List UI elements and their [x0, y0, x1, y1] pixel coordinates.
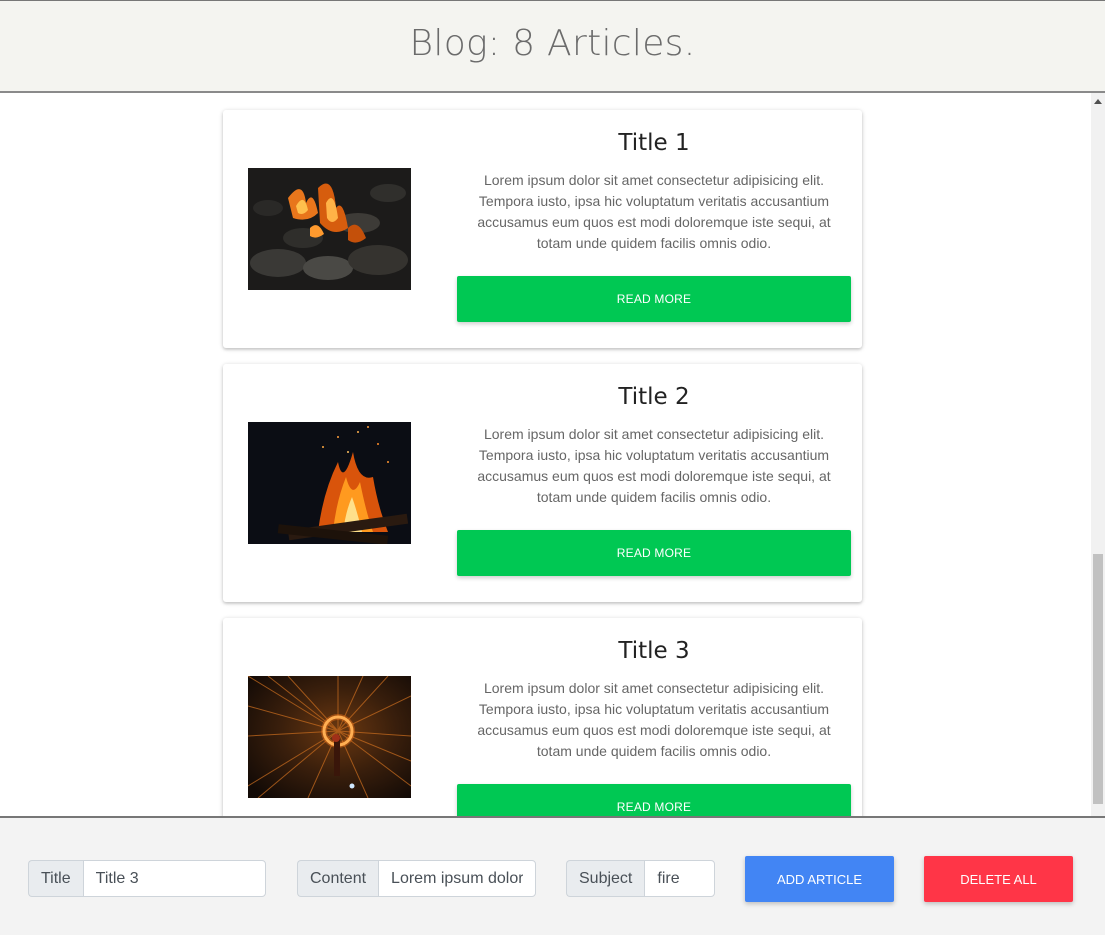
- article-list[interactable]: Title 1 Lorem ipsum dolor sit amet conse…: [0, 93, 1105, 816]
- title-input-group: Title: [28, 860, 267, 897]
- article-title: Title 3: [618, 638, 690, 664]
- content-input-group: Content: [297, 860, 537, 897]
- delete-all-button[interactable]: DELETE ALL: [924, 856, 1073, 902]
- scrollbar-thumb[interactable]: [1093, 554, 1103, 804]
- content-label: Content: [297, 860, 379, 897]
- read-more-button[interactable]: READ MORE: [457, 530, 851, 576]
- article-text: Lorem ipsum dolor sit amet consectetur a…: [477, 426, 831, 505]
- article-text: Lorem ipsum dolor sit amet consectetur a…: [477, 172, 831, 251]
- subject-label: Subject: [566, 860, 645, 897]
- title-label: Title: [28, 860, 83, 897]
- article-form: Title Content Subject ADD ARTICLE DELETE…: [0, 816, 1105, 935]
- article-title: Title 2: [618, 384, 690, 410]
- add-article-button[interactable]: ADD ARTICLE: [745, 856, 894, 902]
- article-title: Title 1: [618, 130, 690, 156]
- article-image-steelwool: [248, 676, 411, 798]
- page-header: Blog: 8 Articles.: [0, 0, 1105, 93]
- vertical-scrollbar[interactable]: [1091, 93, 1105, 816]
- article-image-bonfire: [248, 422, 411, 544]
- subject-input[interactable]: [644, 860, 716, 897]
- read-more-button[interactable]: READ MORE: [457, 276, 851, 322]
- article-card: Title 1 Lorem ipsum dolor sit amet conse…: [223, 110, 862, 348]
- article-card: Title 2 Lorem ipsum dolor sit amet conse…: [223, 364, 862, 602]
- subject-input-group: Subject: [566, 860, 716, 897]
- scroll-up-arrow-icon[interactable]: [1094, 99, 1102, 104]
- content-input[interactable]: [378, 860, 537, 897]
- title-input[interactable]: [82, 860, 266, 897]
- article-card: Title 3 Lorem ipsum dolor sit amet conse…: [223, 618, 862, 816]
- article-text: Lorem ipsum dolor sit amet consectetur a…: [477, 680, 831, 759]
- page-title: Blog: 8 Articles.: [409, 23, 696, 64]
- article-image-embers: [248, 168, 411, 290]
- read-more-button[interactable]: READ MORE: [457, 784, 851, 816]
